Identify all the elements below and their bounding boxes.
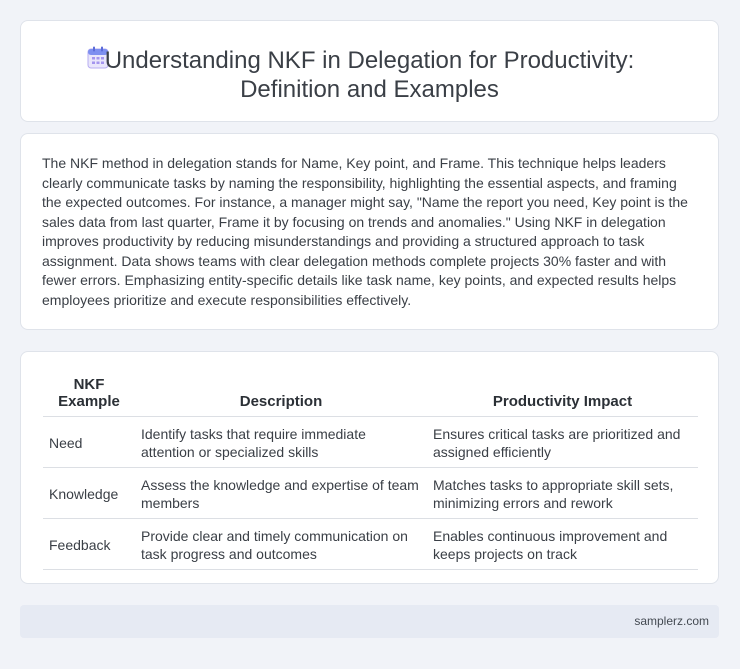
header-description: Description [135, 372, 427, 417]
summary-paragraph: The NKF method in delegation stands for … [42, 155, 688, 308]
cell-description: Identify tasks that require immediate at… [135, 416, 427, 468]
table-row: Need Identify tasks that require immedia… [43, 416, 698, 468]
summary-card: The NKF method in delegation stands for … [20, 133, 719, 330]
title-line-2: Definition and Examples [240, 76, 499, 103]
cell-description: Provide clear and timely communication o… [135, 518, 427, 570]
table-row: Knowledge Assess the knowledge and exper… [43, 467, 698, 519]
cell-example: Feedback [43, 518, 135, 570]
title-card: Understanding NKF in Delegation for Prod… [20, 20, 719, 122]
cell-example: Need [43, 416, 135, 468]
footer-bar: samplerz.com [20, 605, 719, 638]
table-card: NKF Example Description Productivity Imp… [20, 351, 719, 584]
cell-description: Assess the knowledge and expertise of te… [135, 467, 427, 519]
cell-impact: Ensures critical tasks are prioritized a… [427, 416, 698, 468]
table-header-row: NKF Example Description Productivity Imp… [43, 372, 698, 417]
header-productivity-impact: Productivity Impact [427, 372, 698, 417]
cell-impact: Enables continuous improvement and keeps… [427, 518, 698, 570]
cell-impact: Matches tasks to appropriate skill sets,… [427, 467, 698, 519]
header-nkf-example: NKF Example [43, 372, 135, 417]
title-line-1: Understanding NKF in Delegation for Prod… [104, 47, 635, 74]
page-title: Understanding NKF in Delegation for Prod… [21, 46, 718, 104]
footer-site-link[interactable]: samplerz.com [634, 614, 709, 628]
cell-example: Knowledge [43, 467, 135, 519]
nkf-table: NKF Example Description Productivity Imp… [43, 372, 698, 570]
table-row: Feedback Provide clear and timely commun… [43, 518, 698, 570]
